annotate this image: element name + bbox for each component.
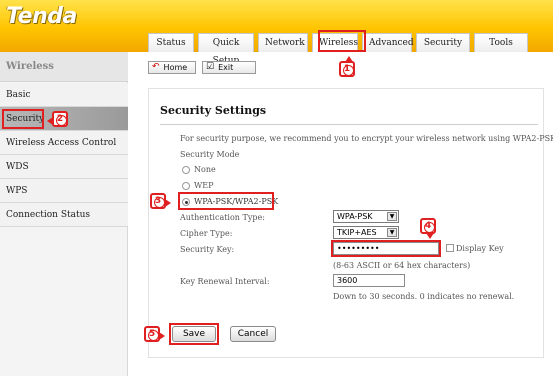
renewal-hint: Down to 30 seconds. 0 indicates no renew…: [333, 292, 515, 301]
callout-5-number: 5: [148, 329, 156, 339]
tenda-logo: Tenda: [6, 4, 102, 30]
display-key-checkbox[interactable]: [446, 244, 454, 252]
wpa-mode-highlight: [178, 192, 274, 210]
tab-advanced[interactable]: Advanced: [362, 33, 414, 52]
save-highlight: [169, 323, 219, 345]
callout-1-icon: 1: [339, 56, 355, 77]
renewal-interval-input[interactable]: 3600: [333, 274, 405, 287]
mode-wep-radio[interactable]: [182, 182, 190, 190]
tab-security[interactable]: Security: [416, 33, 470, 52]
tab-network[interactable]: Network: [258, 33, 308, 52]
auth-type-value: WPA-PSK: [337, 212, 373, 221]
callout-4-icon: 4: [420, 218, 436, 239]
mode-wep-label: WEP: [194, 181, 214, 190]
chevron-down-icon: ▼: [387, 228, 397, 237]
sidebar-item-wireless-access-control[interactable]: Wireless Access Control: [0, 131, 128, 155]
sidebar-item-wps[interactable]: WPS: [0, 179, 128, 203]
auth-type-select[interactable]: WPA-PSK ▼: [333, 210, 399, 223]
exit-button[interactable]: ☑ Exit: [202, 61, 256, 74]
main-panel: [148, 88, 544, 358]
security-key-highlight: [331, 240, 441, 257]
callout-3-icon: 3: [150, 193, 171, 209]
sidebar-item-connection-status[interactable]: Connection Status: [0, 203, 128, 227]
auth-type-label: Authentication Type:: [180, 213, 265, 222]
key-hint: (8-63 ASCII or 64 hex characters): [333, 261, 471, 270]
tab-tools[interactable]: Tools: [474, 33, 528, 52]
mode-none-radio[interactable]: [182, 166, 190, 174]
intro-text: For security purpose, we recommend you t…: [180, 134, 553, 143]
renewal-label: Key Renewal Interval:: [180, 277, 270, 286]
renewal-value: 3600: [337, 276, 358, 285]
callout-1-number: 1: [343, 64, 351, 74]
security-item-highlight: [2, 109, 44, 129]
mode-none-label: None: [194, 165, 216, 174]
sidebar-title: Wireless: [0, 52, 128, 82]
callout-3-number: 3: [154, 196, 162, 206]
display-key-label: Display Key: [456, 244, 504, 253]
home-label: Home: [163, 63, 188, 72]
sidebar: Wireless Basic Security Wireless Access …: [0, 52, 128, 376]
security-mode-label: Security Mode: [180, 150, 240, 159]
callout-2-number: 2: [56, 114, 64, 124]
home-icon: ↶: [152, 62, 160, 72]
exit-icon: ☑: [206, 62, 215, 72]
security-key-label: Security Key:: [180, 245, 235, 254]
title-divider: [160, 124, 538, 125]
cipher-type-value: TKIP+AES: [337, 228, 377, 237]
cipher-type-label: Cipher Type:: [180, 229, 233, 238]
chevron-down-icon: ▼: [387, 212, 397, 221]
sidebar-item-basic[interactable]: Basic: [0, 83, 128, 107]
cipher-type-select[interactable]: TKIP+AES ▼: [333, 226, 399, 239]
header-bar: Tenda Status Quick Setup Network Wireles…: [0, 0, 553, 66]
callout-2-icon: 2: [47, 111, 68, 127]
exit-label: Exit: [218, 63, 234, 72]
callout-4-number: 4: [424, 221, 432, 231]
page-title: Security Settings: [160, 104, 267, 117]
logo-text: Tenda: [6, 4, 77, 29]
callout-5-icon: 5: [144, 326, 165, 342]
home-button[interactable]: ↶ Home: [148, 61, 196, 74]
tab-status[interactable]: Status: [148, 33, 194, 52]
wireless-tab-highlight: [318, 30, 366, 52]
sidebar-item-wds[interactable]: WDS: [0, 155, 128, 179]
tab-quick-setup[interactable]: Quick Setup: [198, 33, 254, 66]
cancel-button[interactable]: Cancel: [230, 326, 276, 342]
